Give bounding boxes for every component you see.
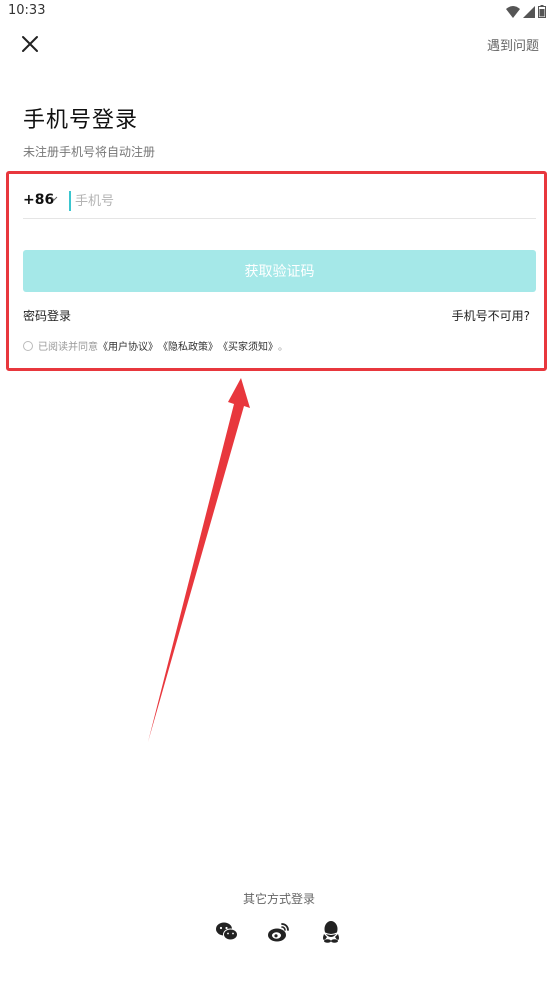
status-icons bbox=[506, 5, 546, 18]
other-login-label: 其它方式登录 bbox=[242, 892, 315, 906]
weibo-icon[interactable] bbox=[267, 920, 291, 944]
agreement-row: 已阅读并同意 《用户协议》 《隐私政策》 《买家须知》 。 bbox=[23, 338, 288, 353]
signal-icon bbox=[523, 5, 535, 18]
battery-icon bbox=[538, 5, 546, 18]
privacy-policy-link[interactable]: 《隐私政策》 bbox=[158, 338, 218, 353]
user-agreement-link[interactable]: 《用户协议》 bbox=[98, 338, 158, 353]
status-time: 10:33 bbox=[8, 3, 46, 18]
phone-input-row: +86 bbox=[23, 186, 536, 219]
agreement-suffix: 。 bbox=[278, 342, 288, 353]
help-link[interactable]: 遇到问题 bbox=[487, 35, 539, 54]
get-code-button[interactable]: 获取验证码 bbox=[23, 250, 536, 292]
page-title: 手机号登录 bbox=[23, 108, 139, 133]
status-bar: 10:33 bbox=[0, 0, 558, 24]
close-icon[interactable] bbox=[18, 32, 42, 56]
qq-icon[interactable] bbox=[319, 920, 343, 944]
agreement-prefix: 已阅读并同意 bbox=[38, 342, 98, 353]
password-login-link[interactable]: 密码登录 bbox=[23, 307, 71, 324]
chevron-down-icon[interactable] bbox=[50, 196, 58, 202]
buyer-notice-link[interactable]: 《买家须知》 bbox=[218, 338, 278, 353]
login-page: 10:33 遇到问题 手机号登录 未注册手机号将自动注册 +86 手机号 获取验… bbox=[0, 0, 558, 992]
phone-input[interactable] bbox=[69, 191, 529, 211]
page-subtitle: 未注册手机号将自动注册 bbox=[23, 145, 156, 159]
wechat-icon[interactable] bbox=[215, 920, 239, 944]
social-login-row bbox=[0, 920, 558, 944]
phone-unavailable-link[interactable]: 手机号不可用? bbox=[452, 307, 530, 324]
agreement-radio[interactable] bbox=[23, 340, 33, 351]
wifi-icon bbox=[506, 5, 520, 18]
